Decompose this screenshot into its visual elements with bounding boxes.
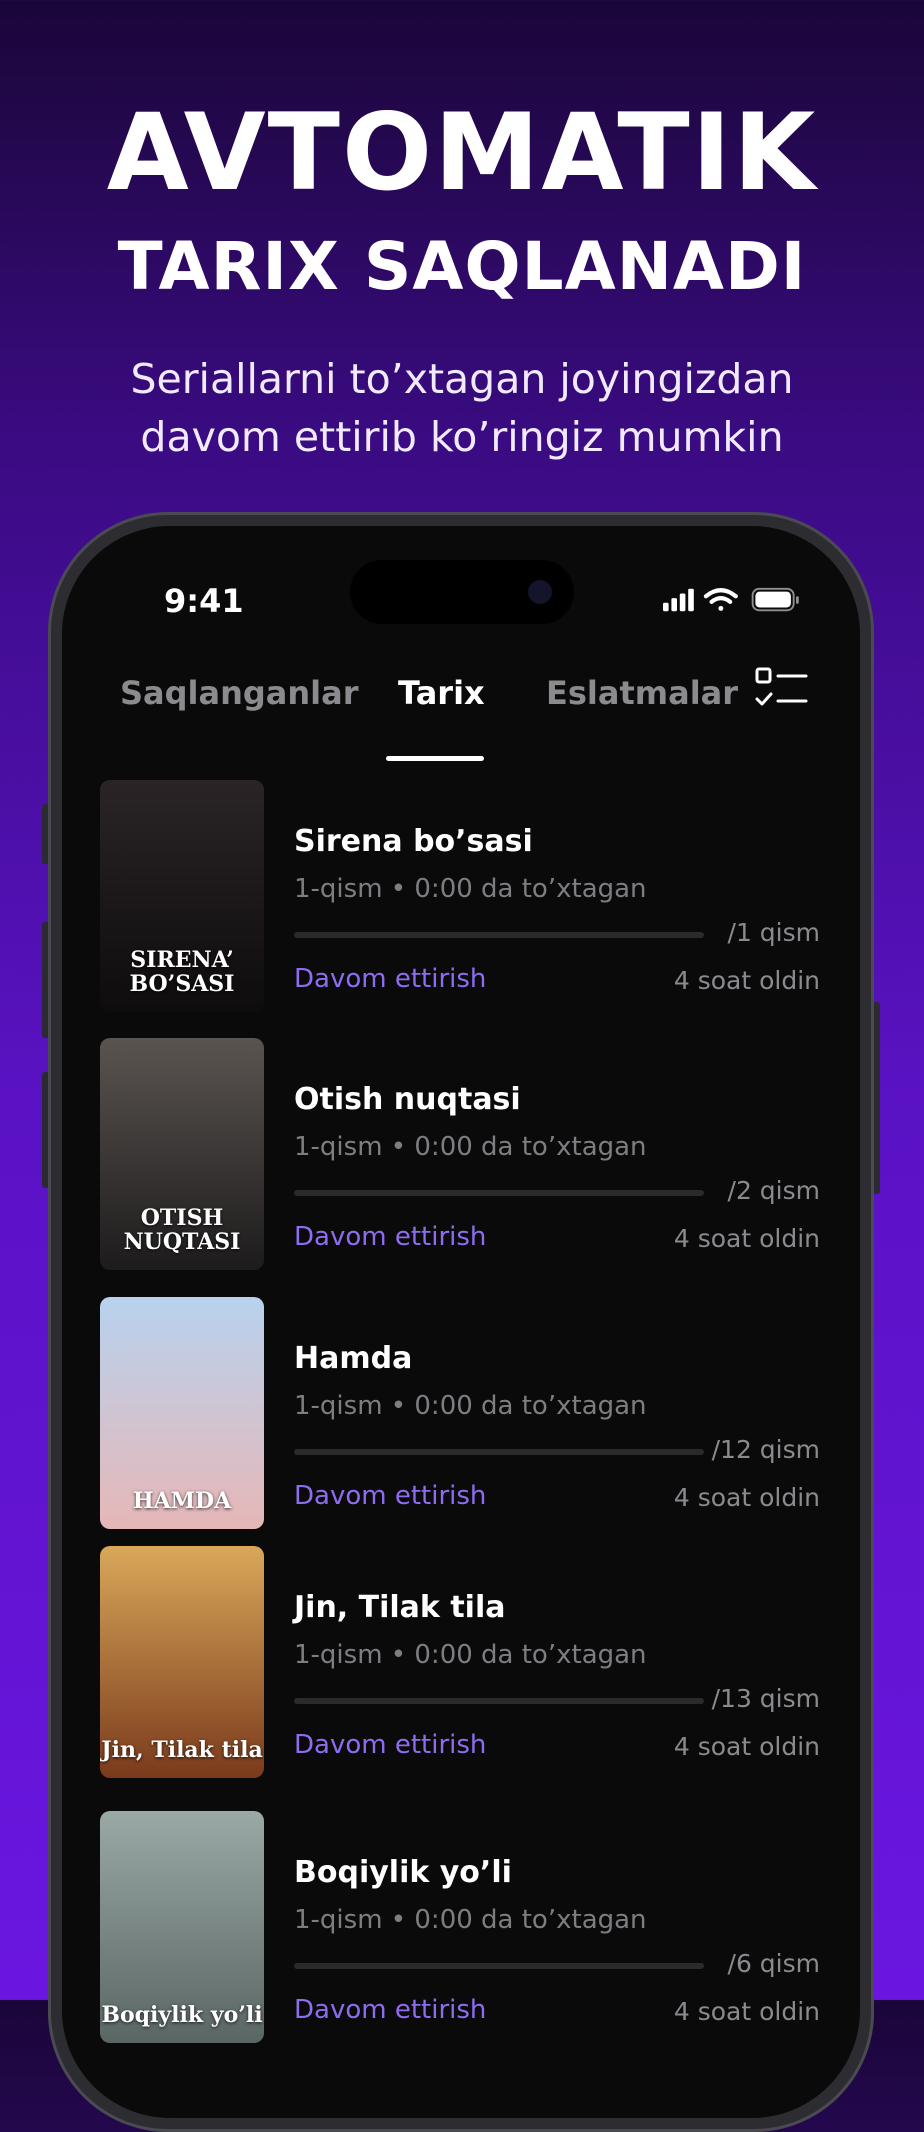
episode-count: /6 qism [727,1949,820,1978]
signal-icon [663,588,694,612]
active-tab-indicator [386,756,484,761]
watched-time-ago: 4 soat oldin [673,1997,820,2026]
continue-watching-link[interactable]: Davom ettirish [294,964,486,994]
tab-tarix[interactable]: Tarix [398,674,485,712]
watched-time-ago: 4 soat oldin [673,1732,820,1761]
episode-count: /13 qism [711,1684,820,1713]
progress-bar [294,932,704,938]
history-item[interactable]: Boqiylik yo’li Boqiylik yo’li 1-qism • 0:0… [62,1811,860,2051]
promo-subtitle: TARIX SAQLANADI [117,228,807,305]
poster-title: HAMDA [132,1488,232,1514]
dynamic-island [350,560,574,624]
phone-frame: 9:41 Saqlanganlar Tarix Eslatmalar SIREN… [48,512,874,2132]
progress-bar [294,1190,704,1196]
promo-description: Seriallarni to’xtagan joyingizdan davom … [60,350,864,466]
series-title[interactable]: Hamda [294,1341,412,1376]
watched-time-ago: 4 soat oldin [673,1483,820,1512]
watched-time-ago: 4 soat oldin [673,966,820,995]
episode-count: /1 qism [727,918,820,947]
continue-watching-link[interactable]: Davom ettirish [294,1730,486,1760]
episode-count: /12 qism [711,1435,820,1464]
episode-meta: 1-qism • 0:00 da to’xtagan [294,1905,647,1935]
tab-saqlanganlar[interactable]: Saqlanganlar [120,674,359,712]
episode-count: /2 qism [727,1176,820,1205]
series-poster[interactable]: OTISH NUQTASI [100,1038,264,1270]
status-icons [663,587,799,612]
poster-title: Jin, Tilak tila [101,1737,263,1763]
watched-time-ago: 4 soat oldin [673,1224,820,1253]
history-item[interactable]: OTISH NUQTASI Otish nuqtasi 1-qism • 0:00 … [62,1038,860,1278]
episode-meta: 1-qism • 0:00 da to’xtagan [294,1132,647,1162]
progress-bar [294,1449,704,1455]
poster-title: OTISH NUQTASI [123,1205,241,1255]
checklist-icon[interactable] [754,666,808,712]
wifi-icon [703,588,738,611]
promo-description-line1: Seriallarni to’xtagan joyingizdan [130,355,794,403]
continue-watching-link[interactable]: Davom ettirish [294,1481,486,1511]
series-poster[interactable]: SIRENA’ BO’SASI [100,780,264,1012]
history-item[interactable]: SIRENA’ BO’SASI Sirena bo’sasi 1-qism • 0:… [62,780,860,1020]
progress-bar [294,1963,704,1969]
episode-meta: 1-qism • 0:00 da to’xtagan [294,1391,647,1421]
continue-watching-link[interactable]: Davom ettirish [294,1222,486,1252]
series-poster[interactable]: HAMDA [100,1297,264,1529]
poster-title: Boqiylik yo’li [101,2002,263,2028]
series-title[interactable]: Sirena bo’sasi [294,824,533,859]
status-time: 9:41 [164,582,244,620]
tab-bar: Saqlanganlar Tarix Eslatmalar [62,674,860,761]
poster-title: SIRENA’ BO’SASI [129,947,235,997]
series-poster[interactable]: Jin, Tilak tila [100,1546,264,1778]
episode-meta: 1-qism • 0:00 da to’xtagan [294,1640,647,1670]
history-item[interactable]: HAMDA Hamda 1-qism • 0:00 da to’xtagan/12 … [62,1297,860,1537]
history-item[interactable]: Jin, Tilak tila Jin, Tilak tila 1-qism • 0… [62,1546,860,1786]
progress-bar [294,1698,704,1704]
camera-icon [528,580,552,604]
series-title[interactable]: Otish nuqtasi [294,1082,521,1117]
series-poster[interactable]: Boqiylik yo’li [100,1811,264,2043]
series-title[interactable]: Boqiylik yo’li [294,1855,512,1890]
promo-description-line2: davom ettirib ko’ringiz mumkin [140,413,784,461]
series-title[interactable]: Jin, Tilak tila [294,1590,505,1625]
tab-eslatmalar[interactable]: Eslatmalar [546,674,738,712]
battery-icon [751,587,799,612]
promo-title: AVTOMATIK [106,91,818,214]
phone-screen: 9:41 Saqlanganlar Tarix Eslatmalar SIREN… [62,526,860,2118]
episode-meta: 1-qism • 0:00 da to’xtagan [294,874,647,904]
